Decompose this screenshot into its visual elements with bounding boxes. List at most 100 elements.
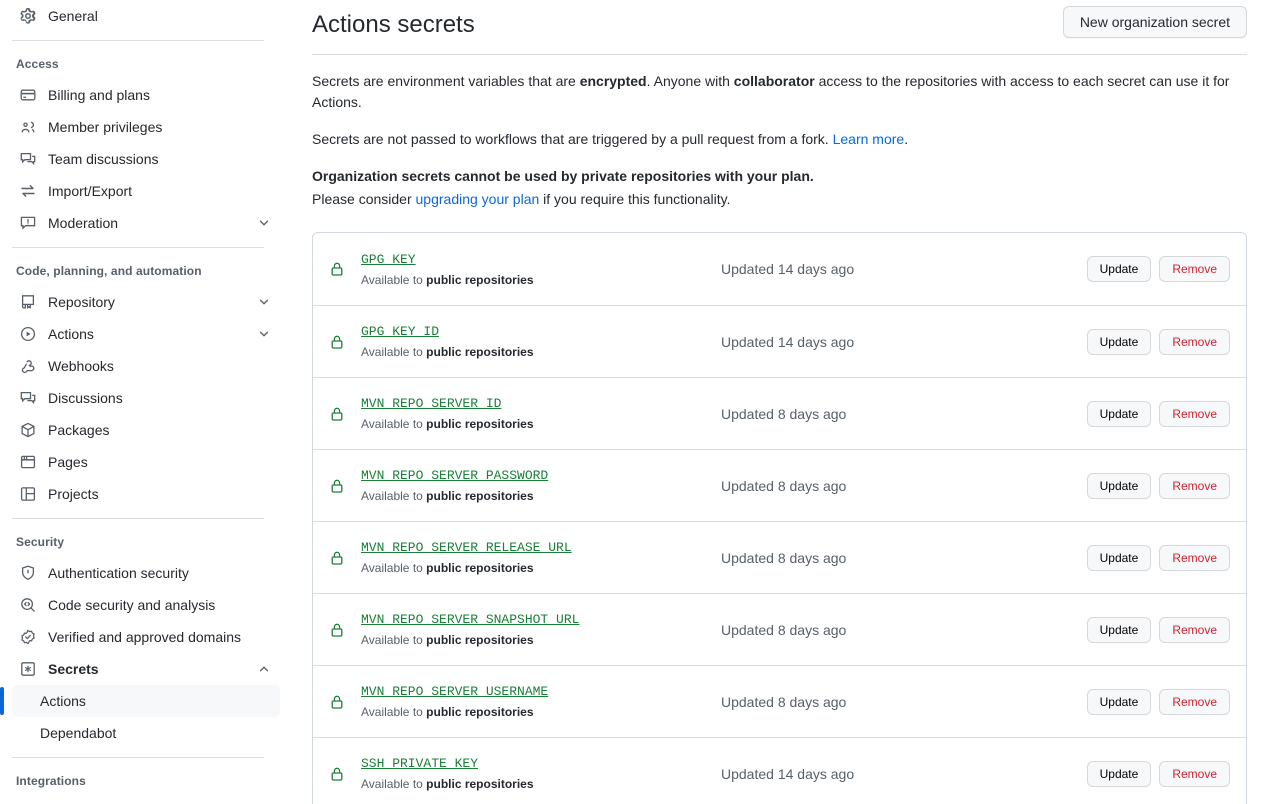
- sidebar-item-label: Projects: [48, 486, 99, 502]
- secret-name-link[interactable]: MVN_REPO_SERVER_RELEASE_URL: [361, 538, 572, 558]
- remove-button[interactable]: Remove: [1159, 400, 1230, 427]
- page-title: Actions secrets: [312, 11, 475, 38]
- sidebar-item-label: Member privileges: [48, 119, 163, 135]
- update-button[interactable]: Update: [1086, 400, 1152, 427]
- sidebar-item-label: Secrets: [48, 661, 99, 677]
- sidebar-item-discussions[interactable]: Discussions: [12, 382, 280, 414]
- intro-p1-collaborator: collaborator: [733, 73, 815, 89]
- lock-icon: [329, 694, 345, 710]
- browser-icon: [20, 454, 36, 470]
- learn-more-link[interactable]: Learn more: [833, 131, 905, 147]
- sidebar-item-secrets[interactable]: Secrets: [12, 653, 280, 685]
- sidebar-item-team-discussions[interactable]: Team discussions: [12, 143, 280, 175]
- secret-name-link[interactable]: MVN_REPO_SERVER_ID: [361, 394, 501, 414]
- report-icon: [20, 215, 36, 231]
- sidebar-item-label: Team discussions: [48, 151, 159, 167]
- remove-button[interactable]: Remove: [1159, 256, 1230, 282]
- sidebar-group-security: Security Authentication security Code se…: [0, 527, 280, 749]
- row-actions: Update Remove: [1086, 472, 1230, 499]
- sidebar-item-label: Verified and approved domains: [48, 629, 242, 645]
- secrets-list: GPG_KEY Available to public repositories…: [312, 232, 1247, 804]
- secret-name-link[interactable]: SSH_PRIVATE_KEY: [361, 754, 478, 774]
- update-button[interactable]: Update: [1086, 544, 1152, 571]
- intro-p2-a: Secrets are not passed to workflows that…: [312, 131, 833, 147]
- intro-p1-a: Secrets are environment variables that a…: [312, 73, 580, 89]
- secret-name-link[interactable]: MVN_REPO_SERVER_PASSWORD: [361, 466, 548, 486]
- lock-icon: [329, 406, 345, 422]
- sidebar-item-label: Pages: [48, 454, 88, 470]
- credit-card-icon: [20, 87, 36, 103]
- secret-name-link[interactable]: MVN_REPO_SERVER_USERNAME: [361, 682, 548, 702]
- secret-availability: Available to public repositories: [361, 561, 534, 575]
- secret-name-link[interactable]: GPG_KEY_ID: [361, 322, 439, 342]
- chevron-down-icon[interactable]: [256, 294, 272, 310]
- secret-updated-text: Updated 8 days ago: [721, 693, 847, 710]
- secret-availability: Available to public repositories: [361, 489, 534, 503]
- row-actions: Update Remove: [1086, 328, 1230, 355]
- chevron-down-icon[interactable]: [256, 326, 272, 342]
- table-row: MVN_REPO_SERVER_USERNAME Available to pu…: [313, 665, 1246, 737]
- sidebar-item-billing-and-plans[interactable]: Billing and plans: [12, 79, 280, 111]
- sidebar-subitem-secrets-dependabot[interactable]: Dependabot: [12, 717, 280, 749]
- intro-p2-b: .: [904, 131, 909, 147]
- sidebar-item-repository[interactable]: Repository: [12, 286, 280, 318]
- sidebar-item-pages[interactable]: Pages: [12, 446, 280, 478]
- remove-button[interactable]: Remove: [1159, 544, 1230, 571]
- intro-p1-c: . Anyone with: [646, 73, 734, 89]
- row-actions: Update Remove: [1086, 256, 1230, 282]
- sidebar-divider-4: [12, 757, 264, 758]
- remove-button[interactable]: Remove: [1159, 616, 1230, 643]
- chevron-down-icon[interactable]: [256, 215, 272, 231]
- sidebar-item-label: Billing and plans: [48, 87, 150, 103]
- intro-paragraph-2: Secrets are not passed to workflows that…: [312, 129, 1232, 150]
- update-button[interactable]: Update: [1086, 328, 1152, 355]
- sidebar-item-code-security-and-analysis[interactable]: Code security and analysis: [12, 589, 280, 621]
- secret-availability: Available to public repositories: [361, 705, 534, 719]
- remove-button[interactable]: Remove: [1159, 328, 1230, 355]
- lock-icon: [329, 261, 345, 277]
- sidebar-item-member-privileges[interactable]: Member privileges: [12, 111, 280, 143]
- secret-updated-text: Updated 8 days ago: [721, 549, 847, 566]
- secret-name-link[interactable]: GPG_KEY: [361, 250, 416, 270]
- sidebar-item-label: Import/Export: [48, 183, 133, 199]
- new-organization-secret-button[interactable]: New organization secret: [1062, 6, 1247, 38]
- sidebar-item-verified-and-approved-domains[interactable]: Verified and approved domains: [12, 621, 280, 653]
- sidebar-item-packages[interactable]: Packages: [12, 414, 280, 446]
- update-button[interactable]: Update: [1086, 472, 1152, 499]
- sidebar-item-moderation[interactable]: Moderation: [12, 207, 280, 239]
- secret-availability: Available to public repositories: [361, 345, 534, 359]
- upgrading-your-plan-link[interactable]: upgrading your plan: [416, 191, 540, 207]
- page-header: Actions secrets New organization secret: [312, 0, 1247, 55]
- sidebar-item-import-export[interactable]: Import/Export: [12, 175, 280, 207]
- intro-text: Secrets are environment variables that a…: [312, 55, 1247, 210]
- update-button[interactable]: Update: [1086, 616, 1152, 643]
- secret-updated-text: Updated 8 days ago: [721, 477, 847, 494]
- remove-button[interactable]: Remove: [1159, 688, 1230, 715]
- intro-p1-encrypted: encrypted: [579, 73, 647, 89]
- arrow-switch-icon: [20, 183, 36, 199]
- sidebar-item-authentication-security[interactable]: Authentication security: [12, 557, 280, 589]
- update-button[interactable]: Update: [1086, 256, 1152, 282]
- remove-button[interactable]: Remove: [1159, 472, 1230, 499]
- sidebar-item-webhooks[interactable]: Webhooks: [12, 350, 280, 382]
- table-row: GPG_KEY Available to public repositories…: [313, 233, 1246, 305]
- update-button[interactable]: Update: [1086, 760, 1152, 787]
- secret-name-link[interactable]: MVN_REPO_SERVER_SNAPSHOT_URL: [361, 610, 579, 630]
- remove-button[interactable]: Remove: [1159, 760, 1230, 787]
- project-icon: [20, 486, 36, 502]
- sidebar-group-title: Access: [16, 57, 59, 71]
- repo-icon: [20, 294, 36, 310]
- sidebar-top-group: General: [0, 0, 280, 32]
- secret-info: MVN_REPO_SERVER_RELEASE_URL Available to…: [353, 538, 721, 577]
- sidebar-item-general[interactable]: General: [12, 0, 280, 32]
- secret-info: MVN_REPO_SERVER_USERNAME Available to pu…: [353, 682, 721, 721]
- update-button[interactable]: Update: [1086, 688, 1152, 715]
- page-root: General Access Billing and plans Member …: [0, 0, 1267, 804]
- chevron-up-icon[interactable]: [256, 661, 272, 677]
- sidebar-divider-3: [12, 518, 264, 519]
- sidebar-item-label: Code security and analysis: [48, 597, 216, 613]
- sidebar-item-actions[interactable]: Actions: [12, 318, 280, 350]
- sidebar-item-projects[interactable]: Projects: [12, 478, 280, 510]
- sidebar-subitem-secrets-actions[interactable]: Actions: [0, 685, 280, 717]
- sidebar-group-title: Security: [16, 535, 65, 549]
